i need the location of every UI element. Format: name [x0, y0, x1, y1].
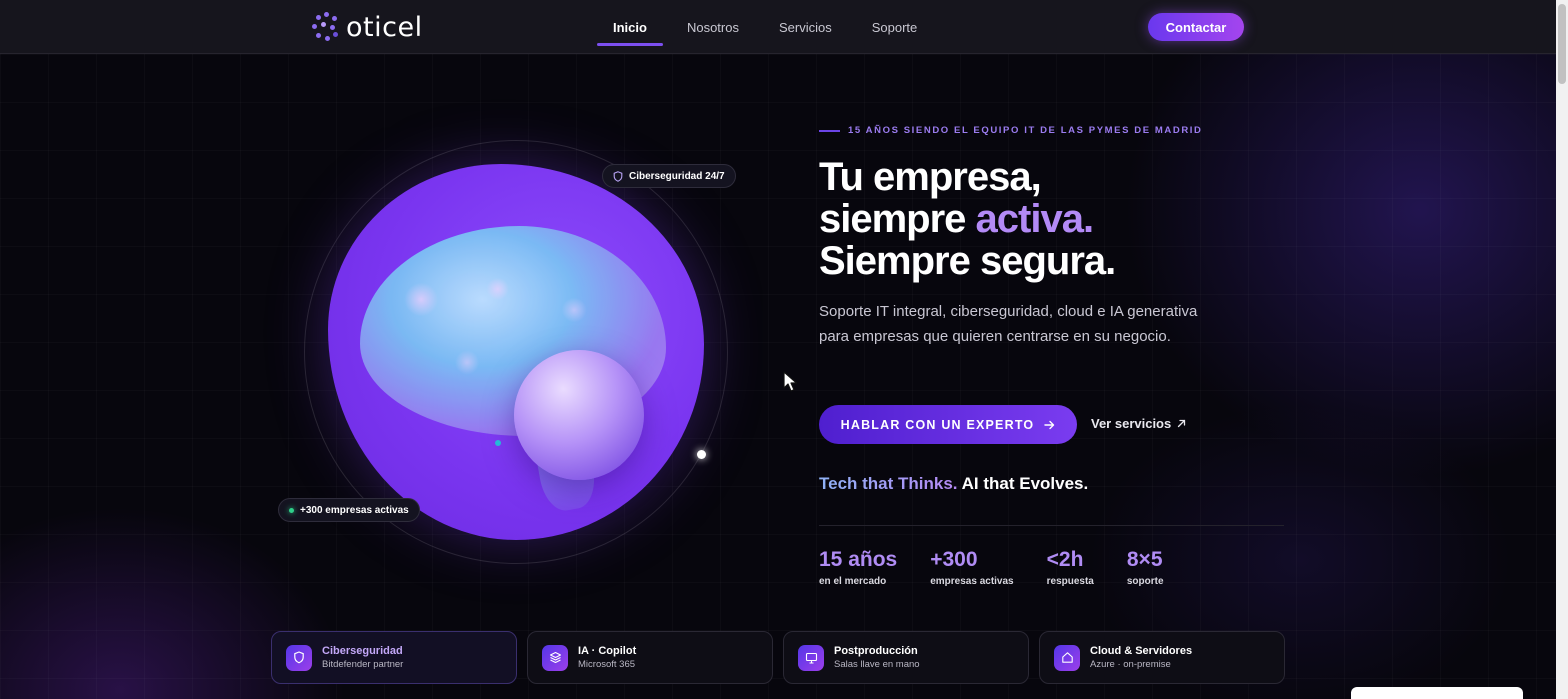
card-subtitle: Azure · on-premise: [1090, 659, 1171, 670]
card-title: Postproducción: [834, 645, 918, 657]
arrow-right-icon: [1044, 420, 1055, 429]
eyebrow-text: 15 AÑOS SIENDO EL EQUIPO IT DE LAS PYMES…: [848, 125, 1203, 136]
card-title: Ciberseguridad: [322, 645, 403, 657]
tagline: Tech that Thinks. AI that Evolves.: [819, 474, 1088, 494]
card-subtitle: Bitdefender partner: [322, 659, 404, 670]
card-title: Cloud & Servidores: [1090, 645, 1193, 657]
service-card-cybersecurity[interactable]: Ciberseguridad Bitdefender partner: [271, 631, 517, 684]
hero-title-line3: Siempre segura.: [819, 239, 1116, 283]
stat-value: +300: [930, 548, 978, 571]
hero-lead: Soporte IT integral, ciberseguridad, clo…: [819, 303, 1198, 345]
service-cards: Ciberseguridad Bitdefender partner IA · …: [271, 631, 1285, 684]
hero-title-line2a: siempre: [819, 197, 976, 241]
orbit-dot-cyan: [495, 440, 501, 446]
stat-support: 8×5 soporte: [1127, 548, 1164, 587]
stat-label: respuesta: [1046, 576, 1094, 587]
stat-label: empresas activas: [930, 576, 1014, 587]
shield-icon: [286, 644, 312, 671]
hero-title-line1: Tu empresa,: [819, 155, 1042, 199]
orbit-dot-white: [697, 450, 706, 459]
shield-icon: [613, 170, 623, 182]
tagline-rest: AI that Evolves.: [957, 474, 1089, 493]
cybersecurity-badge-label: Ciberseguridad 24/7: [629, 170, 725, 182]
stat-value: 15 años: [819, 548, 898, 571]
hero-title: Tu empresa, siempre activa. Siempre segu…: [819, 155, 1116, 283]
page: oticel Inicio Nosotros Servicios Soporte…: [0, 0, 1568, 699]
stat-label: soporte: [1126, 576, 1164, 587]
stats-row: 15 años en el mercado +300 empresas acti…: [819, 548, 1197, 587]
contact-button[interactable]: Contactar: [1148, 13, 1244, 41]
card-title: IA · Copilot: [578, 645, 637, 657]
service-card-postproduction[interactable]: Postproducción Salas llave en mano: [783, 631, 1029, 684]
scrollbar[interactable]: [1556, 0, 1568, 699]
nav-item-nosotros[interactable]: Nosotros: [671, 0, 755, 54]
eyebrow: 15 AÑOS SIENDO EL EQUIPO IT DE LAS PYMES…: [819, 125, 1203, 136]
logo-text: oticel: [346, 11, 423, 43]
logo[interactable]: oticel: [312, 11, 423, 43]
cybersecurity-badge: Ciberseguridad 24/7: [602, 164, 736, 188]
nav-item-servicios[interactable]: Servicios: [763, 0, 848, 54]
stat-label: en el mercado: [819, 576, 887, 587]
stat-companies: +300 empresas activas: [930, 548, 1013, 587]
site-header: oticel Inicio Nosotros Servicios Soporte…: [0, 0, 1556, 54]
layers-icon: [542, 644, 568, 671]
status-dot-icon: [289, 507, 294, 513]
stat-years: 15 años en el mercado: [819, 548, 897, 587]
stat-value: 8×5: [1126, 548, 1163, 571]
arrow-up-right-icon: [1178, 419, 1186, 428]
logo-mark-icon: [312, 12, 340, 42]
monitor-icon: [798, 644, 824, 671]
talk-to-expert-label: HABLAR CON UN EXPERTO: [840, 417, 1035, 432]
eyebrow-line: [819, 129, 840, 132]
service-card-cloud[interactable]: Cloud & Servidores Azure · on-premise: [1039, 631, 1285, 684]
service-card-ai-copilot[interactable]: IA · Copilot Microsoft 365: [527, 631, 773, 684]
active-companies-badge: +300 empresas activas: [278, 498, 420, 522]
chat-widget[interactable]: [1351, 687, 1523, 699]
stats-divider: [819, 525, 1284, 526]
glass-sphere: [514, 350, 644, 480]
hero-title-accent: activa.: [975, 197, 1095, 241]
view-services-label: Ver servicios: [1091, 416, 1172, 431]
card-subtitle: Microsoft 365: [578, 659, 636, 670]
nav-item-inicio[interactable]: Inicio: [597, 0, 663, 54]
nav-item-soporte[interactable]: Soporte: [856, 0, 934, 54]
stat-value: <2h: [1046, 548, 1084, 571]
background-grid: [0, 54, 1556, 699]
scrollbar-thumb[interactable]: [1558, 4, 1566, 84]
home-icon: [1054, 644, 1080, 671]
view-services-link[interactable]: Ver servicios: [1091, 416, 1186, 431]
stat-response: <2h respuesta: [1047, 548, 1094, 587]
active-companies-label: +300 empresas activas: [300, 504, 409, 516]
main-nav: Inicio Nosotros Servicios Soporte: [597, 0, 941, 54]
talk-to-expert-button[interactable]: HABLAR CON UN EXPERTO: [819, 405, 1077, 444]
tagline-gradient: Tech that Thinks.: [819, 474, 958, 493]
mouse-cursor-icon: [783, 371, 797, 392]
card-subtitle: Salas llave en mano: [834, 659, 920, 670]
